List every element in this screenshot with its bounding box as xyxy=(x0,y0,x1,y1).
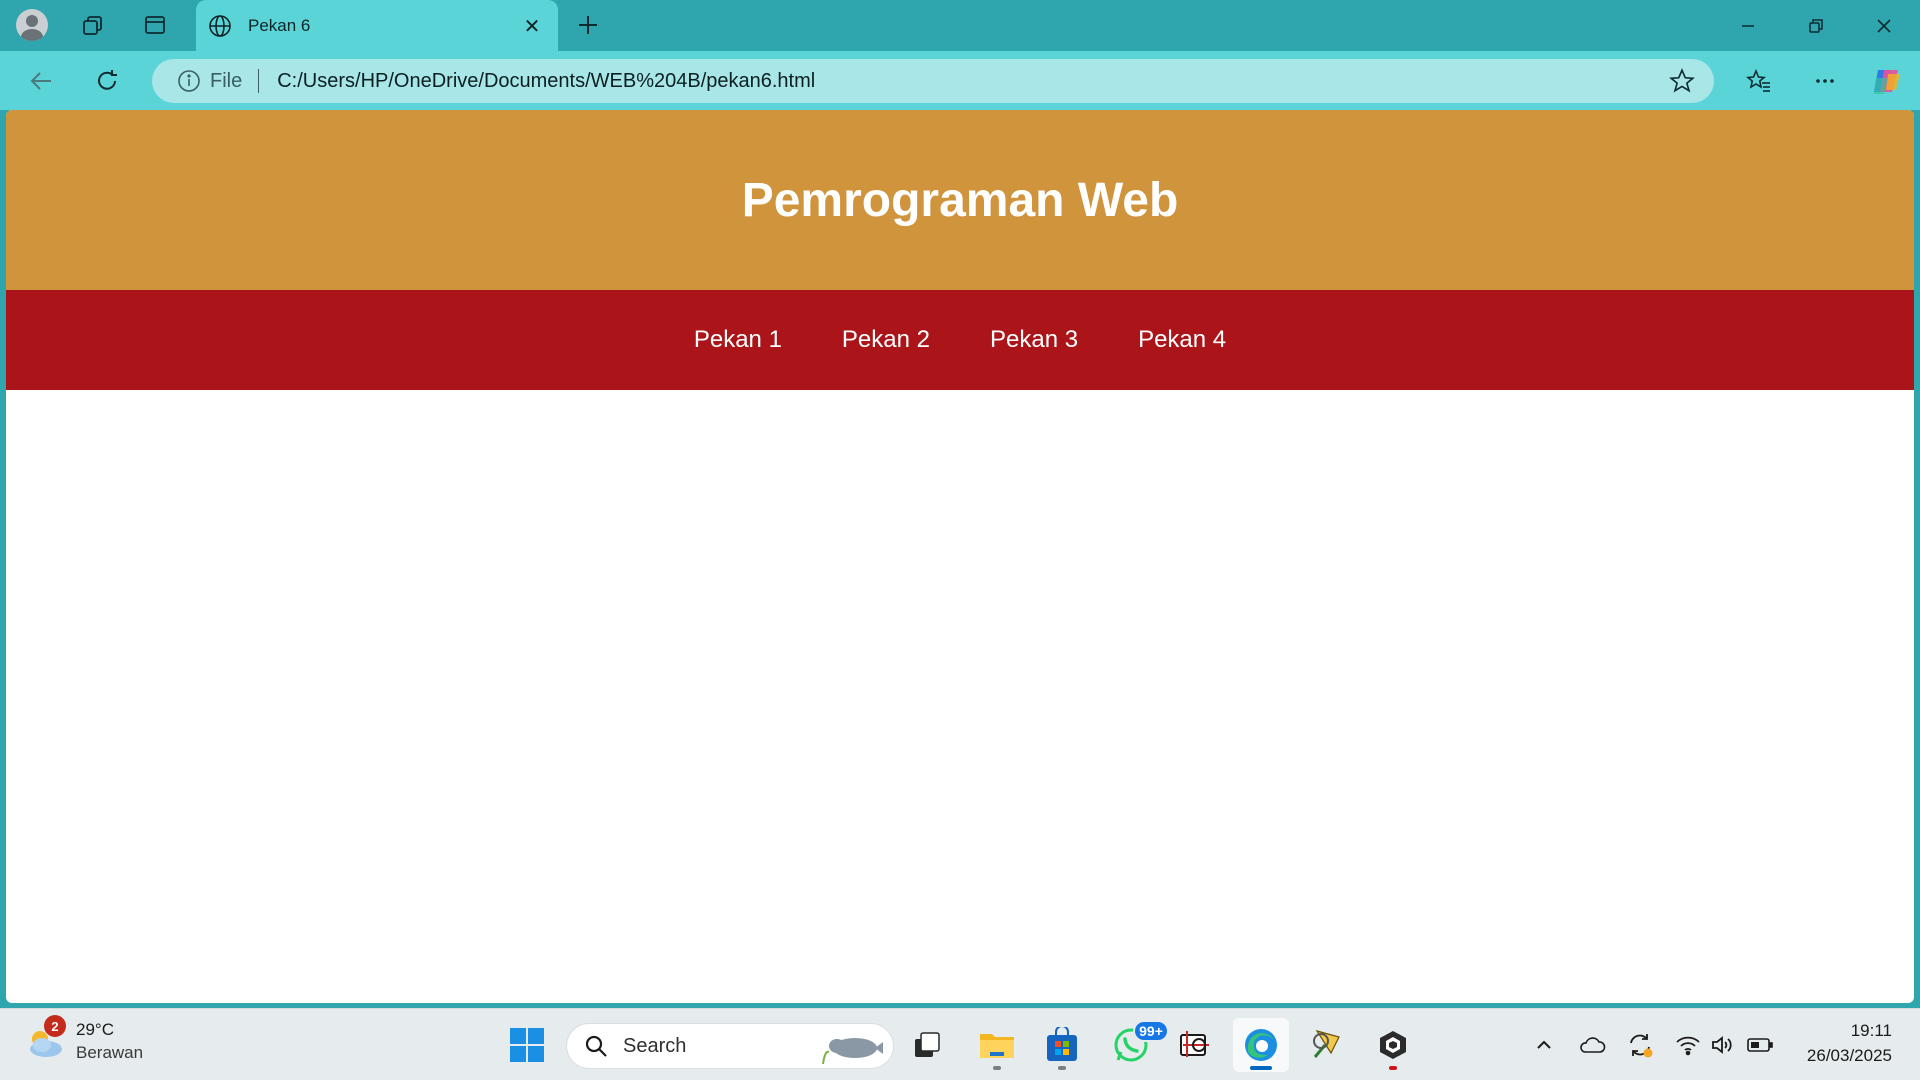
start-button[interactable] xyxy=(499,1018,555,1072)
tab-close-button[interactable]: ✕ xyxy=(516,10,548,42)
close-icon: ✕ xyxy=(523,13,541,38)
new-tab-button[interactable] xyxy=(566,6,610,44)
store-icon xyxy=(1047,1027,1077,1061)
taskbar-whatsapp[interactable]: 99+ xyxy=(1103,1018,1169,1072)
star-icon xyxy=(1669,68,1695,93)
weather-cloud-icon: 2 xyxy=(24,1015,68,1063)
unity-cube-icon xyxy=(1380,1031,1406,1059)
nav-link-pekan-2[interactable]: Pekan 2 xyxy=(842,326,930,354)
clock-time: 19:11 xyxy=(1850,1021,1892,1040)
windows-logo-icon xyxy=(510,1028,544,1062)
address-url[interactable]: C:/Users/HP/OneDrive/Documents/WEB%204B/… xyxy=(277,70,1662,93)
tab-actions-icon xyxy=(145,16,165,34)
taskbar-file-explorer[interactable] xyxy=(969,1018,1025,1072)
wifi-icon xyxy=(1676,1036,1700,1056)
nav-link-pekan-1[interactable]: Pekan 1 xyxy=(694,326,782,354)
taskbar-search[interactable]: Search xyxy=(566,1023,894,1069)
chevron-up-icon xyxy=(1537,1040,1551,1049)
copilot-icon xyxy=(1874,70,1900,94)
active-indicator xyxy=(1250,1066,1272,1070)
favorites-icon xyxy=(1746,68,1770,92)
snipping-tool-icon xyxy=(1180,1031,1209,1057)
weather-temperature: 29°C xyxy=(76,1019,114,1039)
running-indicator xyxy=(1389,1066,1397,1070)
taskbar-unity[interactable] xyxy=(1365,1018,1421,1072)
copilot-button[interactable] xyxy=(1866,61,1908,101)
taskbar: 2 29°C Berawan Search 99+ 19:11 26/03/20… xyxy=(0,1008,1920,1080)
close-icon xyxy=(1877,18,1891,33)
globe-icon xyxy=(206,12,234,40)
nav-link-pekan-4[interactable]: Pekan 4 xyxy=(1138,326,1226,354)
minimize-icon xyxy=(1742,24,1754,27)
close-window-button[interactable] xyxy=(1850,0,1918,51)
clock-date: 26/03/2025 xyxy=(1806,1046,1892,1065)
nav-link-pekan-3[interactable]: Pekan 3 xyxy=(990,326,1078,354)
task-view-icon xyxy=(915,1032,940,1057)
sync-icon xyxy=(1630,1034,1653,1058)
search-placeholder: Search xyxy=(623,1034,687,1057)
battery-icon xyxy=(1747,1038,1773,1052)
favorite-star-button[interactable] xyxy=(1662,61,1702,101)
address-separator xyxy=(258,69,260,93)
page-viewport: Pemrograman Web Pekan 1 Pekan 2 Pekan 3 … xyxy=(6,110,1914,1003)
edge-browser-icon xyxy=(1245,1029,1277,1061)
address-bar[interactable]: File C:/Users/HP/OneDrive/Documents/WEB%… xyxy=(152,59,1714,103)
sync-tray[interactable] xyxy=(1624,1029,1656,1061)
restore-icon xyxy=(1809,18,1823,33)
site-header: Pemrograman Web xyxy=(6,110,1914,290)
plus-icon xyxy=(579,16,597,34)
favorites-button[interactable] xyxy=(1738,61,1780,101)
more-options-button[interactable] xyxy=(1804,61,1846,101)
running-indicator xyxy=(993,1066,1001,1070)
page-title: Pemrograman Web xyxy=(741,173,1179,227)
speaker-icon xyxy=(1712,1036,1732,1054)
refresh-button[interactable] xyxy=(86,61,128,101)
workspaces-icon xyxy=(83,16,102,35)
weather-description: Berawan xyxy=(76,1042,144,1062)
refresh-icon xyxy=(98,70,117,90)
taskbar-edge[interactable] xyxy=(1233,1018,1289,1072)
weather-notification-badge: 2 xyxy=(44,1015,66,1037)
onedrive-tray[interactable] xyxy=(1576,1029,1608,1061)
tab-pekan-6[interactable]: Pekan 6 ✕ xyxy=(196,0,558,51)
manatee-search-art-icon xyxy=(822,1038,883,1064)
more-icon xyxy=(1816,79,1834,83)
cloud-icon xyxy=(1580,1037,1606,1053)
weather-widget[interactable]: 2 29°C Berawan xyxy=(24,1015,144,1063)
task-view-button[interactable] xyxy=(899,1018,955,1072)
whatsapp-unread-badge: 99+ xyxy=(1133,1020,1169,1042)
minimize-button[interactable] xyxy=(1714,0,1782,51)
show-hidden-icons-button[interactable] xyxy=(1528,1029,1560,1061)
arrow-left-icon xyxy=(30,72,51,90)
restore-button[interactable] xyxy=(1782,0,1850,51)
battery-tray[interactable] xyxy=(1744,1029,1776,1061)
running-indicator xyxy=(1058,1066,1066,1070)
profile-button[interactable] xyxy=(10,6,54,44)
search-icon xyxy=(583,1033,609,1059)
address-scheme-label: File xyxy=(210,69,243,92)
info-icon[interactable] xyxy=(176,68,202,94)
site-nav: Pekan 1 Pekan 2 Pekan 3 Pekan 4 xyxy=(6,290,1914,390)
taskbar-code-app[interactable] xyxy=(1299,1018,1355,1072)
workspaces-button[interactable] xyxy=(70,6,114,44)
taskbar-microsoft-store[interactable] xyxy=(1034,1018,1090,1072)
system-clock[interactable]: 19:11 26/03/2025 xyxy=(1807,1021,1892,1066)
taskbar-snipping-tool[interactable] xyxy=(1167,1018,1223,1072)
browser-titlebar: Pekan 6 ✕ xyxy=(0,0,1920,51)
browser-toolbar: File C:/Users/HP/OneDrive/Documents/WEB%… xyxy=(0,51,1920,110)
wifi-tray[interactable] xyxy=(1672,1029,1704,1061)
code-tool-icon xyxy=(1313,1030,1340,1058)
volume-tray[interactable] xyxy=(1706,1029,1738,1061)
tab-title: Pekan 6 xyxy=(248,15,311,35)
folder-icon xyxy=(980,1034,1014,1058)
vertical-tabs-button[interactable] xyxy=(133,6,177,44)
back-button[interactable] xyxy=(20,61,62,101)
profile-avatar-icon xyxy=(16,9,48,41)
